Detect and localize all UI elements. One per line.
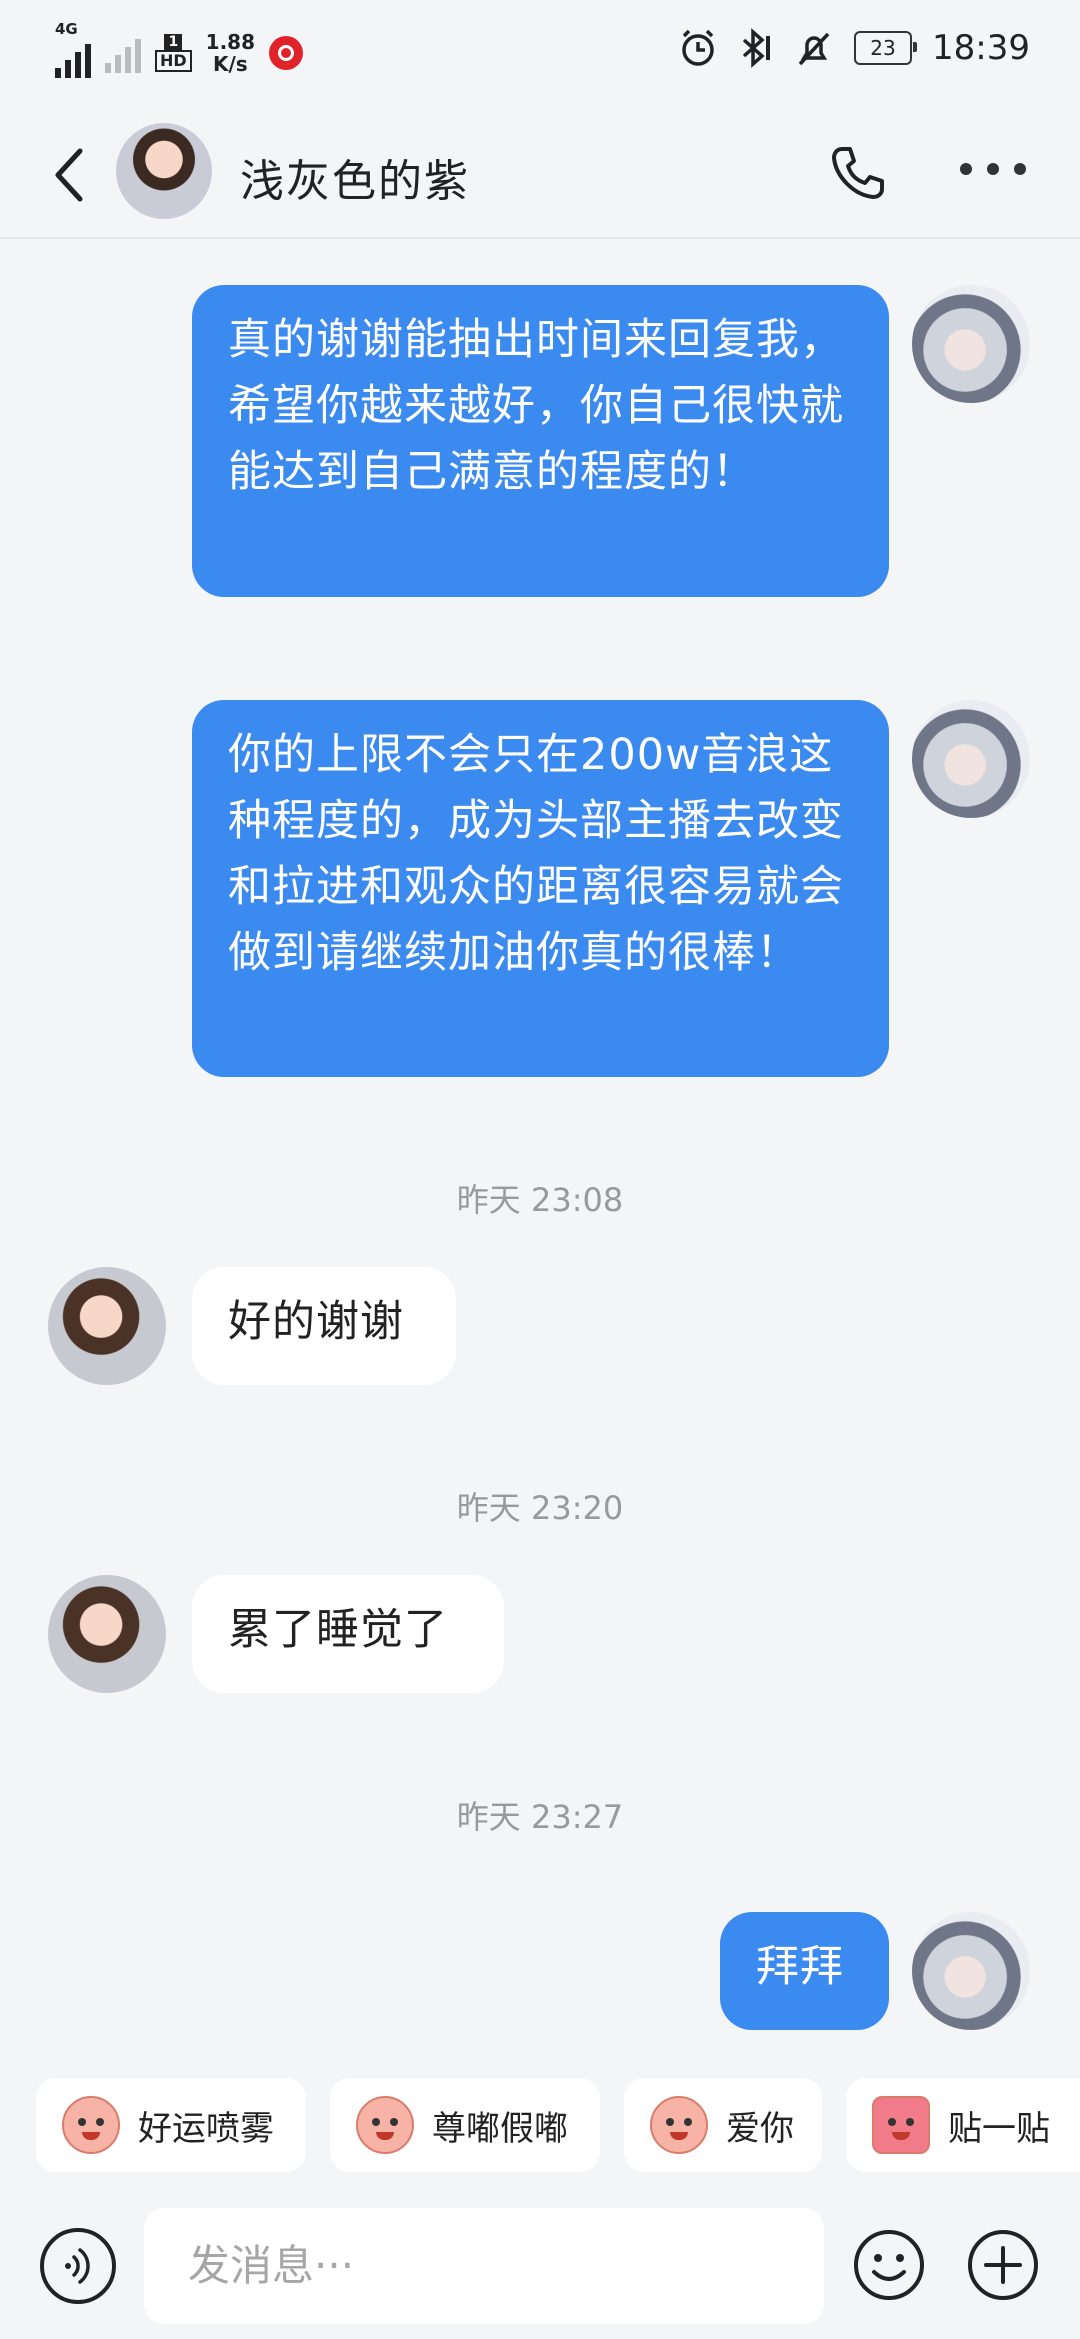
- clock: 18:39: [932, 28, 1030, 68]
- bluetooth-icon: [742, 28, 771, 68]
- lucky-spray-sticker-icon: [62, 2096, 120, 2154]
- message-input[interactable]: 发消息···: [144, 2208, 824, 2324]
- message-text: 好的谢谢: [228, 1297, 404, 1347]
- voice-icon: [65, 2248, 90, 2284]
- message-bubble-incoming[interactable]: 好的谢谢: [192, 1267, 456, 1385]
- message-timestamp: 昨天 23:08: [456, 1181, 624, 1219]
- alarm-icon: [682, 29, 714, 66]
- speed-unit: K/s: [212, 52, 248, 76]
- signal-4g-icon: 4G: [55, 22, 91, 78]
- contact-avatar-small[interactable]: [48, 1267, 166, 1385]
- love-sticker-icon: [650, 2096, 708, 2154]
- chat-header: 浅灰色的紫: [0, 105, 1080, 239]
- music-app-icon: [269, 36, 304, 70]
- quick-reaction-chip[interactable]: 好运喷雾: [36, 2078, 306, 2172]
- emoji-button-icon[interactable]: [852, 2228, 926, 2302]
- contact-name[interactable]: 浅灰色的紫: [240, 145, 470, 209]
- message-bubble-outgoing[interactable]: 你的上限不会只在200w音浪这种程度的，成为头部主播去改变和拉进和观众的距离很容…: [192, 700, 889, 1077]
- my-avatar[interactable]: [912, 1912, 1030, 2030]
- quick-reaction-chip[interactable]: 贴一贴: [846, 2078, 1080, 2172]
- voice-button[interactable]: [40, 2228, 116, 2304]
- quick-reaction-chip[interactable]: 爱你: [624, 2078, 822, 2172]
- input-bar: 发消息···: [0, 2208, 1080, 2339]
- chip-label: 好运喷雾: [138, 2108, 274, 2149]
- pig-sticker-icon: [356, 2096, 414, 2154]
- hug-sticker-icon: [872, 2096, 930, 2154]
- message-text: 你的上限不会只在200w音浪这种程度的，成为头部主播去改变和拉进和观众的距离很容…: [228, 730, 844, 978]
- network-type-label: 4G: [55, 20, 78, 38]
- message-text: 累了睡觉了: [228, 1605, 448, 1655]
- message-text: 真的谢谢能抽出时间来回复我，希望你越来越好，你自己很快就能达到自己满意的程度的！: [228, 315, 844, 497]
- speed-value: 1.88: [205, 30, 256, 54]
- message-bubble-outgoing[interactable]: 真的谢谢能抽出时间来回复我，希望你越来越好，你自己很快就能达到自己满意的程度的！: [192, 285, 889, 597]
- contact-avatar-small[interactable]: [48, 1575, 166, 1693]
- more-icon[interactable]: [960, 163, 1026, 179]
- back-arrow-icon[interactable]: [46, 145, 96, 205]
- chip-label: 尊嘟假嘟: [432, 2108, 568, 2149]
- my-avatar[interactable]: [912, 700, 1030, 818]
- quick-reaction-chip[interactable]: 尊嘟假嘟: [330, 2078, 600, 2172]
- message-timestamp: 昨天 23:27: [456, 1798, 624, 1836]
- message-bubble-incoming[interactable]: 累了睡觉了: [192, 1575, 504, 1693]
- mute-bell-icon: [798, 32, 830, 66]
- status-bar: 4G 1 HD 1.88 K/s 23 18:39: [0, 0, 1080, 105]
- quick-reaction-bar: 好运喷雾 尊嘟假嘟 爱你 贴一贴: [0, 2038, 1080, 2208]
- hd-volte-icon: 1 HD: [155, 34, 192, 72]
- battery-icon: 23: [854, 31, 918, 65]
- message-text: 拜拜: [756, 1942, 844, 1992]
- battery-level: 23: [870, 36, 896, 60]
- network-speed: 1.88 K/s: [206, 31, 255, 75]
- chip-label: 贴一贴: [948, 2108, 1050, 2149]
- signal-sim2-icon: [105, 33, 141, 73]
- contact-avatar[interactable]: [116, 123, 212, 219]
- hd-label: HD: [155, 50, 192, 72]
- phone-icon[interactable]: [828, 143, 888, 203]
- message-timestamp: 昨天 23:20: [456, 1489, 624, 1527]
- chip-label: 爱你: [726, 2108, 794, 2149]
- message-bubble-outgoing[interactable]: 拜拜: [720, 1912, 889, 2030]
- hd-sim-label: 1: [164, 34, 183, 50]
- add-button-icon[interactable]: [966, 2228, 1040, 2302]
- my-avatar[interactable]: [912, 285, 1030, 403]
